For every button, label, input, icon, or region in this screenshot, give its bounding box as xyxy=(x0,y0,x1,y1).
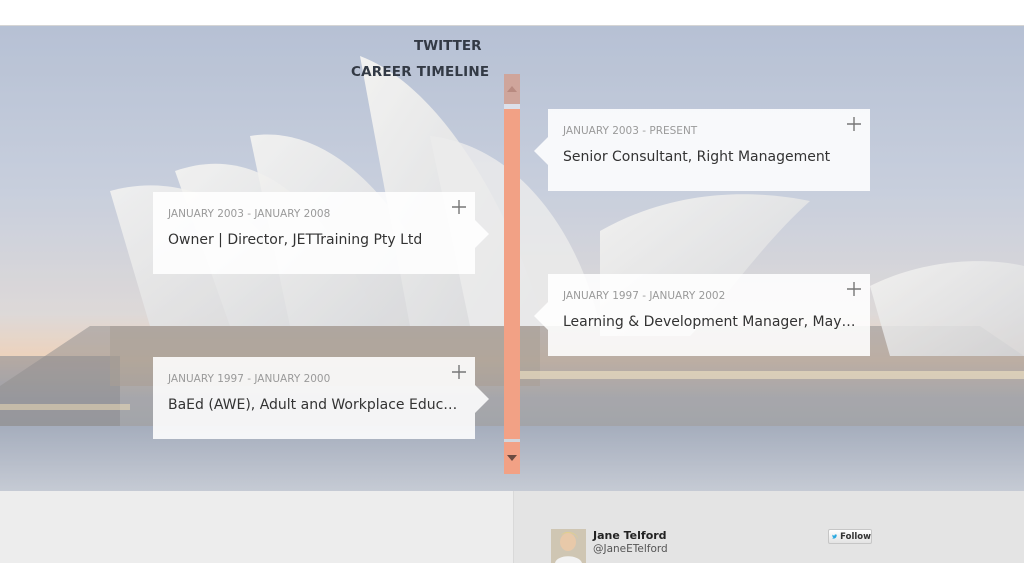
follow-button[interactable]: Follow xyxy=(828,529,872,544)
triangle-down-icon xyxy=(507,455,517,461)
scroll-up-button[interactable] xyxy=(504,74,520,104)
entry-date: JANUARY 2003 - PRESENT xyxy=(563,125,698,137)
entry-title: Owner | Director, JETTraining Pty Ltd xyxy=(168,232,423,248)
plus-icon[interactable] xyxy=(451,364,467,380)
twitter-section xyxy=(0,491,1024,563)
avatar[interactable] xyxy=(551,529,586,563)
plus-icon[interactable] xyxy=(846,116,862,132)
twitter-bird-icon xyxy=(832,534,838,539)
twitter-user-name[interactable]: Jane Telford xyxy=(593,529,667,542)
scroll-down-button[interactable] xyxy=(504,442,520,474)
plus-icon[interactable] xyxy=(846,281,862,297)
entry-date: JANUARY 1997 - JANUARY 2002 xyxy=(563,290,726,302)
timeline-section: CAREER TIMELINE JANUARY 2003 - PRESENT S… xyxy=(0,26,1024,491)
timeline-entry[interactable]: JANUARY 2003 - PRESENT Senior Consultant… xyxy=(534,109,870,191)
timeline-entry[interactable]: JANUARY 1997 - JANUARY 2002 Learning & D… xyxy=(534,274,870,356)
profile-photo xyxy=(551,529,586,563)
entry-date: JANUARY 2003 - JANUARY 2008 xyxy=(168,208,331,220)
entry-date: JANUARY 1997 - JANUARY 2000 xyxy=(168,373,331,385)
follow-label: Follow xyxy=(840,531,871,542)
top-bar xyxy=(0,0,1024,26)
triangle-up-icon xyxy=(507,86,517,92)
twitter-title: TWITTER xyxy=(414,38,482,54)
entry-title: BaEd (AWE), Adult and Workplace Educatio… xyxy=(168,397,463,413)
entry-title: Learning & Development Manager, Mayne ..… xyxy=(563,314,858,330)
twitter-feed-panel xyxy=(513,491,1024,563)
twitter-handle[interactable]: @JaneETelford xyxy=(593,543,668,555)
career-timeline-title: CAREER TIMELINE xyxy=(351,64,490,80)
timeline-scroll-thumb[interactable] xyxy=(504,109,520,439)
timeline-entry[interactable]: JANUARY 2003 - JANUARY 2008 Owner | Dire… xyxy=(153,192,489,274)
plus-icon[interactable] xyxy=(451,199,467,215)
entry-title: Senior Consultant, Right Management xyxy=(563,149,831,165)
timeline-entry[interactable]: JANUARY 1997 - JANUARY 2000 BaEd (AWE), … xyxy=(153,357,489,439)
timeline-scrollbar[interactable] xyxy=(504,74,520,474)
